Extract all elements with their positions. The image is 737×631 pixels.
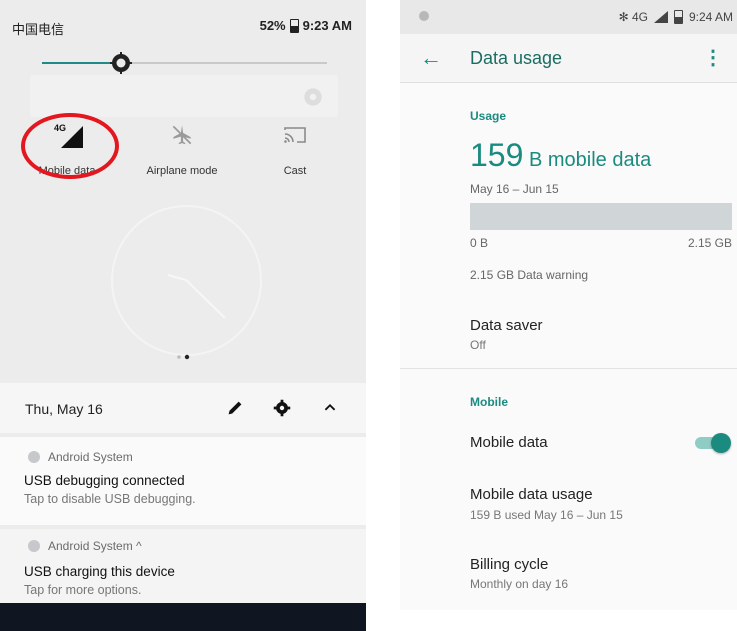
collapse-chevron-icon[interactable] (319, 397, 341, 419)
date-label: Thu, May 16 (25, 401, 103, 417)
tile-airplane-mode[interactable]: Airplane mode (127, 115, 237, 177)
status-right: 52% 9:23 AM (260, 18, 352, 33)
toggle-knob (711, 433, 731, 453)
data-usage-screen: ✻ 4G 9:24 AM ← Data usage ⋮ Usage 159 B … (400, 0, 737, 610)
data-saver-title: Data saver (470, 317, 543, 334)
battery-icon (673, 10, 683, 24)
notification-app: Android System ^ (28, 539, 142, 553)
notification-text: Tap for more options. (24, 583, 142, 597)
notification-card[interactable]: Android System USB debugging connected T… (0, 437, 366, 525)
brightness-slider[interactable] (42, 62, 327, 64)
usage-unit: B mobile data (523, 149, 652, 171)
notification-text: Tap to disable USB debugging. (24, 492, 196, 506)
status-time: 9:24 AM (688, 10, 733, 24)
usage-amount: 159 (470, 137, 524, 173)
notification-dot-icon (419, 11, 429, 21)
notification-app: Android System (28, 450, 133, 464)
billing-cycle-sub: Monthly on day 16 (470, 577, 569, 591)
usage-summary: 159 B mobile data (470, 137, 651, 174)
app-bar: ← Data usage ⋮ (400, 34, 737, 83)
mobile-data-toggle[interactable] (693, 433, 733, 453)
battery-percent: 52% (259, 18, 286, 33)
android-system-icon (28, 540, 40, 552)
usage-bar-min: 0 B (470, 236, 489, 250)
status-right: ✻ 4G 9:24 AM (619, 10, 733, 24)
notification-app-name: Android System ^ (48, 539, 142, 553)
android-system-icon (28, 451, 40, 463)
data-saver-status: Off (470, 338, 486, 352)
brightness-icon[interactable] (110, 52, 132, 74)
battery-icon (289, 18, 299, 33)
section-header-mobile: Mobile (470, 395, 508, 409)
tile-label: Airplane mode (146, 165, 218, 177)
notification-title: USB charging this device (24, 564, 175, 579)
gear-icon (304, 88, 322, 106)
highlight-annotation (21, 113, 119, 179)
more-options-icon[interactable]: ⋮ (703, 45, 723, 70)
back-arrow-icon[interactable]: ← (420, 45, 442, 71)
settings-gear-icon[interactable] (271, 397, 293, 419)
page-title: Data usage (470, 48, 563, 68)
notification-shade: 中国电信 52% 9:23 AM 4G Mobile data Airplane… (0, 0, 366, 631)
divider (400, 368, 737, 369)
notification-app-name: Android System (48, 450, 133, 464)
usage-bar-max: 2.15 GB (687, 236, 732, 250)
cast-icon (240, 115, 350, 155)
analog-clock (111, 205, 262, 356)
status-time: 9:23 AM (302, 18, 352, 33)
status-bar: ✻ 4G 9:24 AM (400, 0, 737, 34)
tile-label: Cast (283, 165, 307, 177)
signal-icon (653, 11, 668, 23)
mobile-data-title: Mobile data (470, 434, 548, 451)
home-screen-peek (0, 603, 366, 631)
notification-card[interactable]: Android System ^ USB charging this devic… (0, 529, 366, 603)
carrier-label: 中国电信 (12, 22, 65, 37)
billing-cycle-title: Billing cycle (470, 556, 549, 573)
mobile-data-usage-sub: 159 B used May 16 – Jun 15 (470, 508, 623, 522)
section-header-usage: Usage (470, 109, 507, 123)
notification-title: USB debugging connected (24, 473, 185, 488)
data-warning: 2.15 GB Data warning (470, 268, 589, 282)
usage-range: May 16 – Jun 15 (470, 182, 559, 196)
page-indicator (177, 354, 190, 360)
mobile-data-usage-title: Mobile data usage (470, 486, 593, 503)
edit-icon[interactable] (224, 397, 246, 419)
status-bar: 中国电信 52% 9:23 AM (0, 0, 366, 48)
tile-cast[interactable]: Cast (240, 115, 350, 177)
settings-search-ghost (30, 75, 338, 117)
status-network: ✻ 4G (618, 10, 648, 24)
shade-header-row: Thu, May 16 (0, 383, 366, 433)
usage-bar (470, 203, 732, 230)
airplane-off-icon (127, 115, 237, 155)
